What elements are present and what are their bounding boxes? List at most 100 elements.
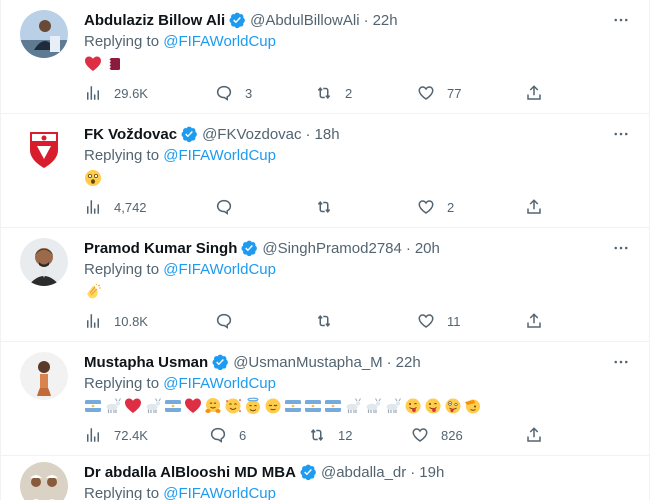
reply-button[interactable] [215,310,245,332]
avatar[interactable] [20,462,68,500]
views-button[interactable]: 4,742 [84,196,147,218]
analytics-icon [84,312,102,330]
timestamp[interactable]: 22h [373,12,398,29]
reply-feed: Abdulaziz Billow Ali @AbdulBillowAli · 2… [0,0,650,500]
like-button[interactable]: 2 [417,196,454,218]
separator-dot: · [386,353,392,371]
avatar[interactable] [20,124,68,172]
views-button[interactable]: 72.4K [84,424,148,446]
argentina-flag-icon [324,397,342,415]
views-button[interactable]: 29.6K [84,82,148,104]
handle[interactable]: @FKVozdovac [202,126,301,143]
like-button[interactable]: 77 [417,82,461,104]
views-count: 72.4K [114,427,148,443]
tweet-content [84,53,122,75]
mention-link[interactable]: @FIFAWorldCup [163,375,276,392]
share-button[interactable] [525,196,543,218]
zany-face-icon [444,397,462,415]
red-heart-icon [84,55,102,73]
verified-badge-icon [211,353,229,371]
tweet-content [84,395,482,417]
more-options-icon[interactable] [611,238,631,258]
tweet[interactable]: Pramod Kumar Singh @SinghPramod2784 · 20… [1,228,649,342]
argentina-flag-icon [164,397,182,415]
retweet-button[interactable] [315,196,345,218]
verified-badge-icon [240,239,258,257]
more-options-icon[interactable] [611,10,631,30]
display-name[interactable]: Dr abdalla AlBlooshi MD MBA [84,464,296,481]
reply-button[interactable]: 6 [209,424,246,446]
retweet-button[interactable] [315,310,345,332]
reply-icon [215,312,233,330]
reply-button[interactable] [215,196,245,218]
replying-to: Replying to @FIFAWorldCup [84,261,276,278]
more-options-icon[interactable] [611,124,631,144]
argentina-flag-icon [84,397,102,415]
avatar[interactable] [20,238,68,286]
reply-icon [215,84,233,102]
mention-link[interactable]: @FIFAWorldCup [163,261,276,278]
views-button[interactable]: 10.8K [84,310,148,332]
display-name[interactable]: FK Voždovac [84,126,177,143]
handle[interactable]: @SinghPramod2784 [262,240,401,257]
verified-badge-icon [180,125,198,143]
winking-tongue-icon [404,397,422,415]
display-name[interactable]: Mustapha Usman [84,354,208,371]
like-button[interactable]: 826 [411,424,463,446]
argentina-flag-icon [284,397,302,415]
more-options-icon[interactable] [611,352,631,372]
heart-icon [417,198,435,216]
like-count: 11 [447,313,461,329]
timestamp[interactable]: 19h [419,464,444,481]
like-button[interactable]: 11 [417,310,461,332]
red-heart-icon [184,397,202,415]
smiling-halo-icon [244,397,262,415]
goat-icon [384,397,402,415]
tweet[interactable]: Dr abdalla AlBlooshi MD MBA @abdalla_dr … [1,456,649,500]
share-button[interactable] [525,424,543,446]
timestamp[interactable]: 20h [415,240,440,257]
timestamp[interactable]: 22h [396,354,421,371]
views-count: 4,742 [114,199,147,215]
replying-to: Replying to @FIFAWorldCup [84,375,276,392]
views-count: 10.8K [114,313,148,329]
tweet[interactable]: Abdulaziz Billow Ali @AbdulBillowAli · 2… [1,0,649,114]
tweet-content [84,167,102,189]
share-icon [525,426,543,444]
tweet[interactable]: FK Voždovac @FKVozdovac · 18h Replying t… [1,114,649,228]
like-count: 2 [447,199,455,215]
display-name[interactable]: Pramod Kumar Singh [84,240,237,257]
handle[interactable]: @UsmanMustapha_M [233,354,382,371]
mention-link[interactable]: @FIFAWorldCup [163,33,276,50]
tweet[interactable]: Mustapha Usman @UsmanMustapha_M · 22h Re… [1,342,649,456]
handle[interactable]: @abdalla_dr [321,464,406,481]
timestamp[interactable]: 18h [315,126,340,143]
retweet-icon [308,426,326,444]
separator-dot: · [363,11,369,29]
share-icon [525,84,543,102]
retweet-count: 12 [338,427,353,443]
retweet-count: 2 [345,85,353,101]
verified-badge-icon [299,463,317,481]
replying-to: Replying to @FIFAWorldCup [84,33,276,50]
mention-link[interactable]: @FIFAWorldCup [163,147,276,164]
share-button[interactable] [525,82,543,104]
goat-icon [344,397,362,415]
reply-button[interactable]: 3 [215,82,252,104]
replying-to: Replying to @FIFAWorldCup [84,485,276,500]
display-name[interactable]: Abdulaziz Billow Ali [84,12,225,29]
avatar[interactable] [20,10,68,58]
avatar[interactable] [20,352,68,400]
retweet-button[interactable]: 2 [315,82,352,104]
saluting-face-icon [464,397,482,415]
mention-link[interactable]: @FIFAWorldCup [163,485,276,500]
heart-icon [417,84,435,102]
retweet-button[interactable]: 12 [308,424,352,446]
reply-icon [215,198,233,216]
red-heart-icon [124,397,142,415]
relieved-face-icon [264,397,282,415]
astonished-face-icon [84,169,102,187]
clapping-hands-icon [84,283,102,301]
handle[interactable]: @AbdulBillowAli [250,12,359,29]
share-button[interactable] [525,310,543,332]
